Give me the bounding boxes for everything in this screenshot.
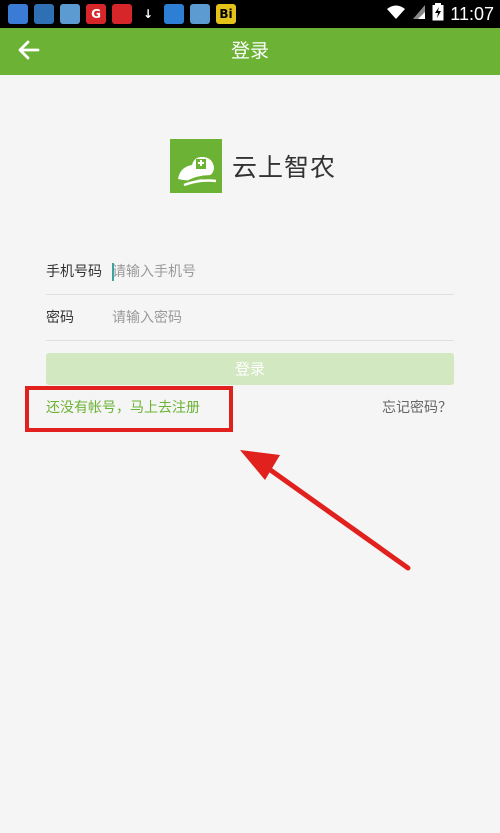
app-icon: G — [86, 4, 106, 24]
phone-label: 手机号码 — [46, 264, 102, 280]
page-title: 登录 — [230, 40, 269, 62]
clock: 11:07 — [450, 3, 494, 24]
app-icon: Bi — [216, 4, 236, 24]
password-label: 密码 — [46, 310, 74, 326]
phone-input[interactable] — [112, 257, 442, 287]
arrow-left-icon — [18, 40, 40, 64]
login-button[interactable]: 登录 — [46, 353, 454, 385]
forgot-password-link[interactable]: 忘记密码？ — [382, 397, 452, 417]
download-icon: ↓ — [142, 7, 154, 21]
text-cursor — [112, 263, 114, 281]
app-icon — [60, 4, 80, 24]
app-icon — [34, 4, 54, 24]
phone-row: 手机号码 — [46, 249, 454, 295]
status-bar: G ↓ Bi 11:07 — [0, 0, 500, 28]
app-logo: 云上智农 — [170, 139, 336, 193]
app-icon — [112, 4, 132, 24]
password-input[interactable] — [112, 303, 442, 333]
wifi-icon — [386, 4, 406, 24]
notification-icons: G ↓ Bi — [8, 4, 236, 24]
app-bar: 登录 — [0, 28, 500, 75]
signal-icon — [412, 4, 426, 24]
password-row: 密码 — [46, 295, 454, 341]
logo-icon — [170, 139, 222, 193]
battery-icon — [432, 3, 444, 25]
back-button[interactable] — [14, 38, 44, 66]
app-icon — [190, 4, 210, 24]
app-icon — [8, 4, 28, 24]
app-name: 云上智农 — [232, 153, 337, 182]
status-bar-right: 11:07 — [386, 3, 494, 25]
app-icon — [164, 4, 184, 24]
highlight-box — [25, 386, 233, 432]
